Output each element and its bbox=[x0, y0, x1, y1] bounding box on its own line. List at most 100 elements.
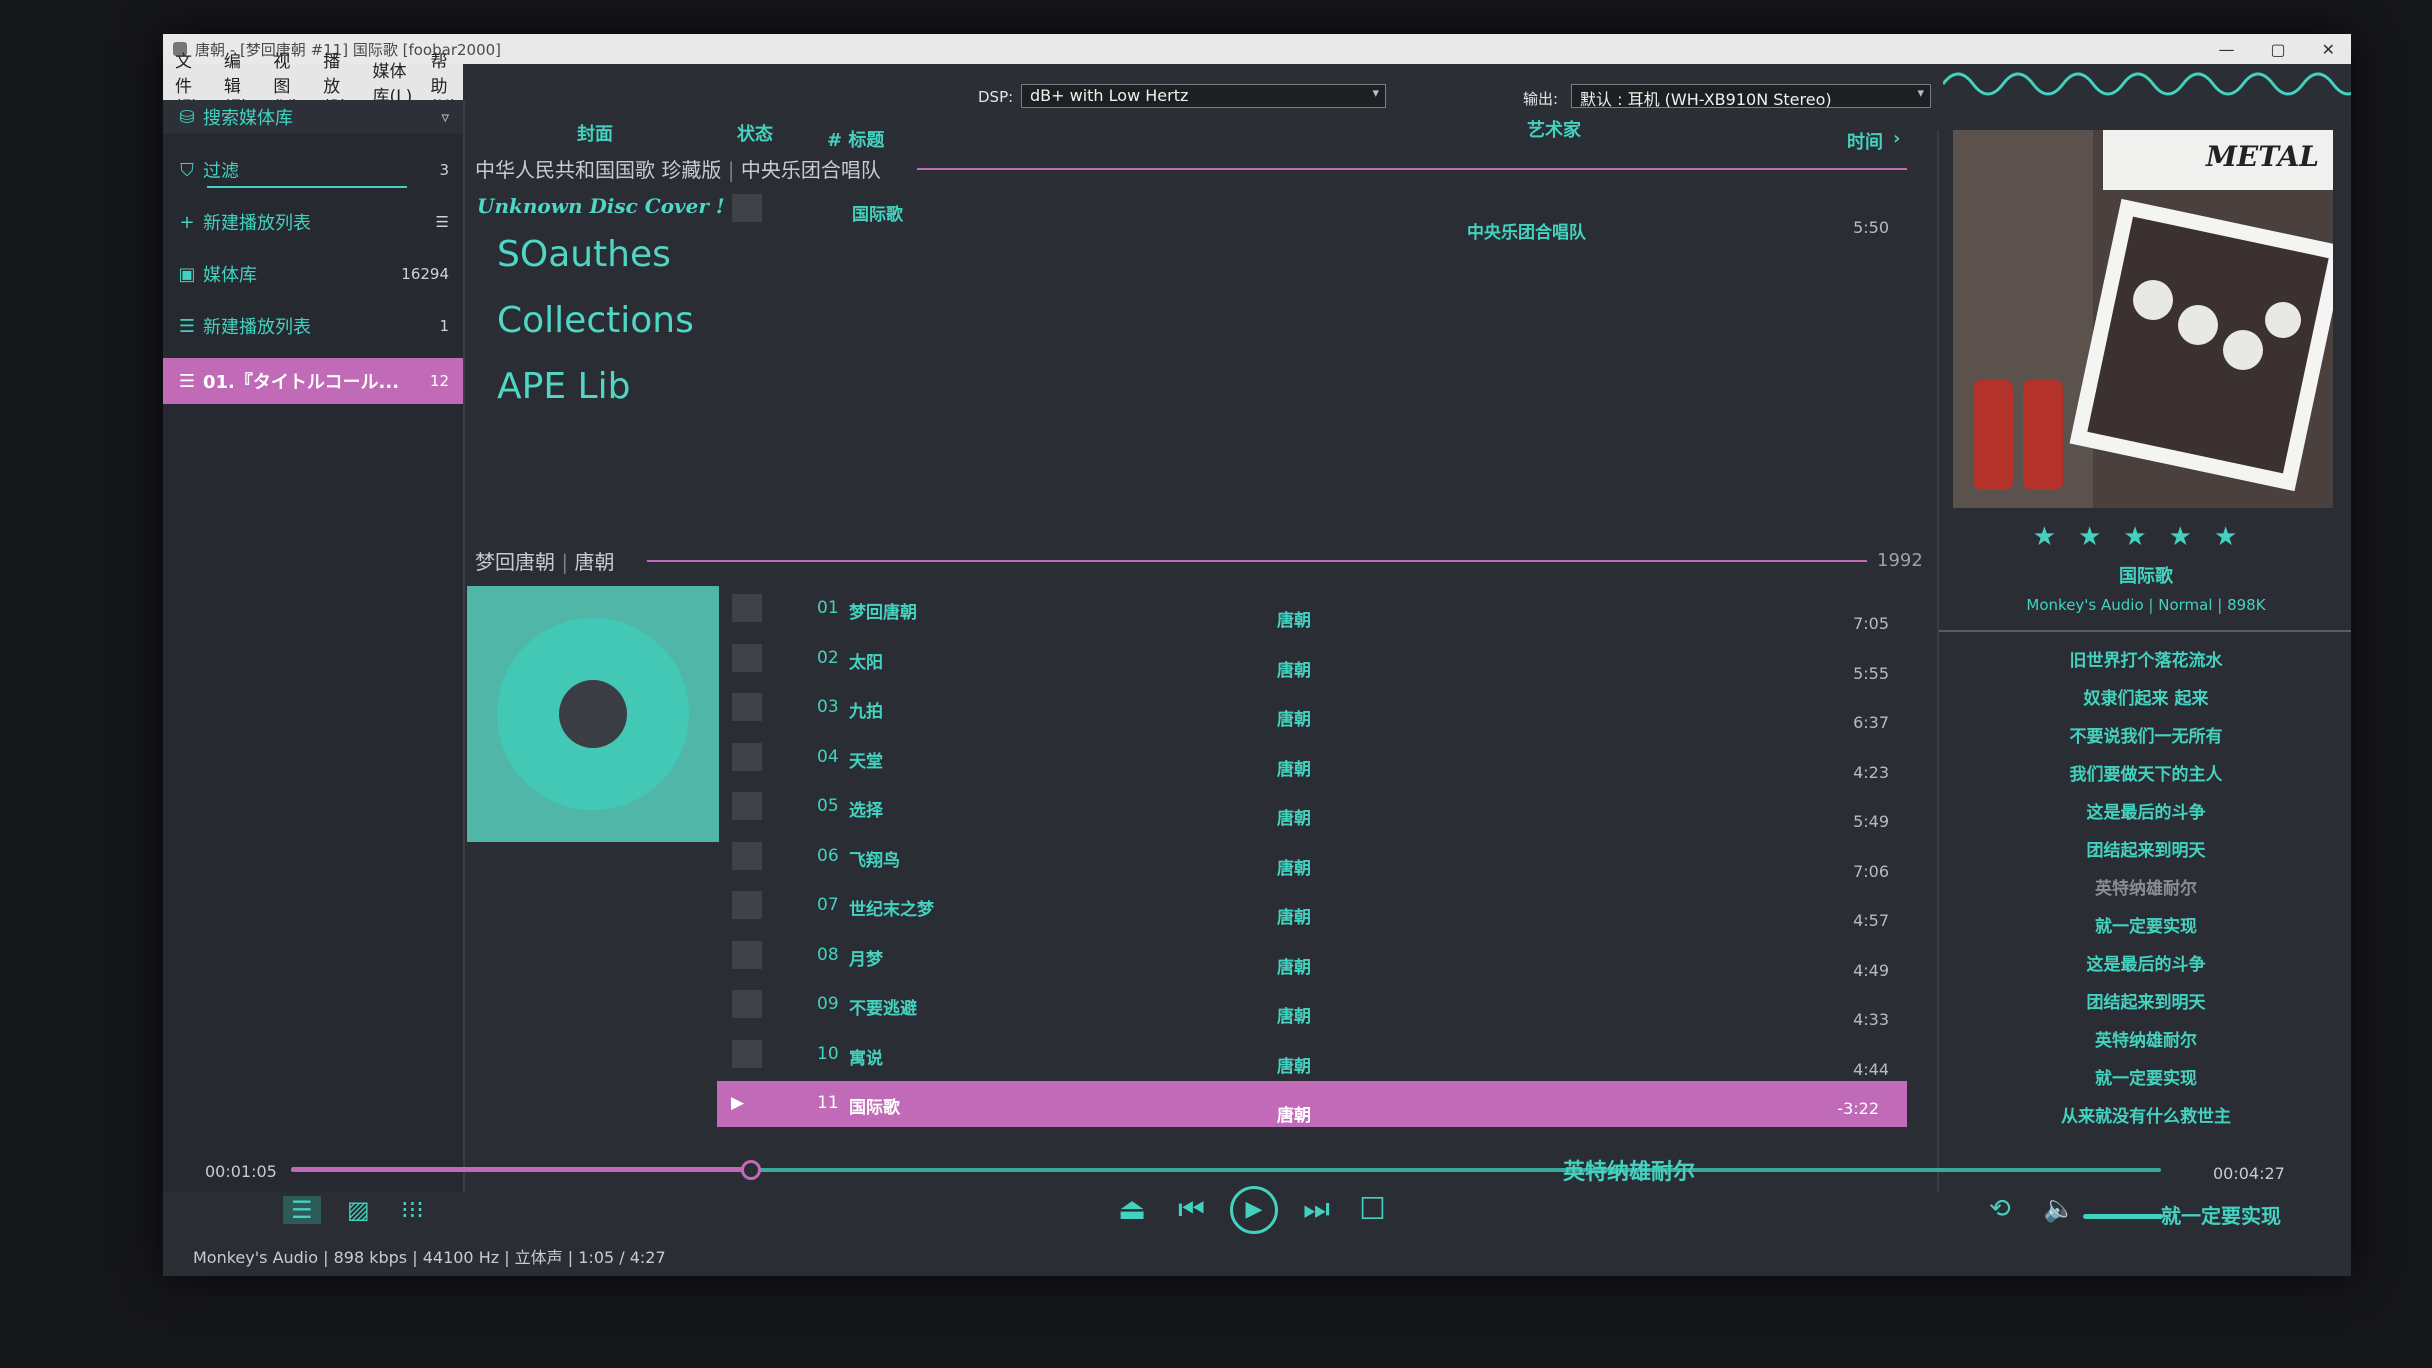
sidebar-item-new-playlist[interactable]: + 新建播放列表 ☰ bbox=[163, 202, 463, 242]
sidebar-item-count: 16294 bbox=[401, 265, 449, 283]
track-row[interactable]: 03 九拍 唐朝 6:37 bbox=[467, 685, 1917, 732]
track-row[interactable]: 09 不要逃避 唐朝 4:33 bbox=[467, 982, 1917, 1029]
menu-icon[interactable]: ☰ bbox=[436, 213, 449, 231]
track-title: 国际歌 bbox=[849, 1098, 900, 1118]
maximize-icon[interactable]: ▢ bbox=[2270, 40, 2285, 59]
search-library-label: 搜索媒体库 bbox=[203, 108, 293, 129]
stop-icon[interactable]: ☐ bbox=[1359, 1192, 1386, 1227]
track-artist: 唐朝 bbox=[1277, 809, 1311, 829]
now-playing-meta: Monkey's Audio | Normal | 898K bbox=[2026, 596, 2266, 614]
dsp-label: DSP: bbox=[978, 88, 1014, 106]
playlist-view-icon[interactable]: ☰ bbox=[283, 1196, 321, 1224]
lyric-line: 不要说我们一无所有 bbox=[2069, 727, 2223, 747]
status-cell bbox=[732, 940, 762, 969]
chevron-down-icon: ▿ bbox=[441, 108, 449, 126]
lyric-line: 团结起来到明天 bbox=[2086, 993, 2206, 1013]
track-row[interactable]: 01 梦回唐朝 唐朝 7:05 bbox=[467, 586, 1917, 633]
eject-icon[interactable]: ⏏ bbox=[1118, 1192, 1146, 1227]
status-cell bbox=[732, 594, 762, 622]
track-title: 不要逃避 bbox=[849, 999, 917, 1019]
album-artwork-image bbox=[1953, 130, 2333, 508]
lyric-line: 就一定要实现 bbox=[2095, 1069, 2197, 1089]
track-row[interactable]: ▶ 11 国际歌 唐朝 -3:22 bbox=[717, 1081, 1907, 1127]
column-status[interactable]: 状态 bbox=[737, 120, 773, 146]
menu-bar: 文件(F) 编辑(E) 视图(V) 播放(P) 媒体库(L) 帮助(H) bbox=[163, 52, 463, 117]
track-duration: 5:55 bbox=[1853, 663, 1889, 683]
track-duration: 7:06 bbox=[1853, 861, 1889, 881]
track-row[interactable]: 02 太阳 唐朝 5:55 bbox=[467, 636, 1917, 683]
status-cell bbox=[732, 693, 762, 721]
rating-stars[interactable]: ★★★★★ bbox=[1939, 522, 2351, 552]
column-cover[interactable]: 封面 bbox=[577, 120, 613, 146]
track-title: 世纪末之梦 bbox=[849, 900, 934, 920]
next-icon[interactable]: ⏭ bbox=[1303, 1192, 1330, 1227]
status-cell bbox=[732, 990, 762, 1018]
track-row[interactable]: 05 选择 唐朝 5:49 bbox=[467, 784, 1917, 831]
chevron-down-icon: ▾ bbox=[1917, 86, 1924, 101]
group-separator: | bbox=[561, 550, 575, 574]
sidebar-item-playlist[interactable]: ☰ 新建播放列表 1 bbox=[163, 306, 463, 346]
foobar-window: 唐朝 - [梦回唐朝 #11] 国际歌 [foobar2000] — ▢ ✕ 文… bbox=[163, 34, 2351, 1276]
filter-underline bbox=[207, 186, 407, 188]
image-view-icon[interactable]: ▨ bbox=[347, 1196, 370, 1224]
track-title: 梦回唐朝 bbox=[849, 603, 917, 623]
track-artist: 唐朝 bbox=[1277, 858, 1311, 879]
track-number: 03 bbox=[817, 697, 839, 717]
track-duration: 4:23 bbox=[1853, 762, 1889, 782]
track-row[interactable]: 07 世纪末之梦 唐朝 4:57 bbox=[467, 883, 1917, 930]
sidebar-item-count: 12 bbox=[429, 372, 449, 390]
status-cell bbox=[732, 891, 762, 919]
sidebar-item-current-playlist[interactable]: ☰ 01.『タイトルコール... 12 bbox=[163, 358, 463, 404]
dsp-dropdown[interactable]: dB+ with Low Hertz ▾ bbox=[1021, 84, 1386, 108]
group-header: 中华人民共和国国歌 珍藏版 | 中央乐团合唱队 bbox=[475, 154, 881, 183]
column-artist[interactable]: 艺术家 bbox=[1527, 116, 1581, 142]
track-duration: 4:33 bbox=[1853, 1010, 1889, 1029]
column-time[interactable]: 时间 bbox=[1847, 128, 1883, 154]
sidebar-item-library[interactable]: ▣ 媒体库 16294 bbox=[163, 254, 463, 294]
sidebar-item-label: 01.『タイトルコール... bbox=[203, 372, 400, 393]
close-icon[interactable]: ✕ bbox=[2322, 40, 2335, 59]
chevron-down-icon: ▾ bbox=[1372, 86, 1379, 101]
track-row[interactable]: 06 飞翔鸟 唐朝 7:06 bbox=[467, 834, 1917, 881]
track-duration: 7:05 bbox=[1853, 614, 1889, 633]
status-cell bbox=[732, 792, 762, 820]
track-number: 04 bbox=[817, 746, 839, 767]
playlist-view: 中华人民共和国国歌 珍藏版 | 中央乐团合唱队 Unknown Disc Cov… bbox=[467, 154, 1923, 1164]
lyric-line: 团结起来到明天 bbox=[2086, 841, 2206, 861]
playlist-icon: ☰ bbox=[178, 370, 196, 392]
track-artist: 唐朝 bbox=[1277, 611, 1311, 631]
filter-icon: ⛉ bbox=[180, 159, 194, 181]
volume-icon[interactable]: 🔈 bbox=[2043, 1194, 2075, 1224]
track-number: 06 bbox=[817, 845, 839, 866]
track-row[interactable]: 08 月梦 唐朝 4:49 bbox=[467, 933, 1917, 980]
volume-slider[interactable] bbox=[2083, 1214, 2163, 1219]
track-title: 天堂 bbox=[849, 751, 883, 772]
output-dropdown[interactable]: 默认 : 耳机 (WH-XB910N Stereo) ▾ bbox=[1571, 84, 1931, 109]
track-title: 飞翔鸟 bbox=[849, 850, 900, 871]
column-title[interactable]: # 标题 bbox=[827, 126, 884, 152]
track-duration: 6:37 bbox=[1853, 713, 1889, 732]
track-row[interactable]: 10 寓说 唐朝 4:44 bbox=[467, 1032, 1917, 1079]
track-row[interactable]: 国际歌 中央乐团合唱队 5:50 bbox=[467, 190, 1917, 243]
sidebar-item-filter[interactable]: ⛉ 过滤 3 bbox=[163, 150, 463, 190]
seek-handle[interactable] bbox=[741, 1160, 762, 1180]
track-row[interactable]: 04 天堂 唐朝 4:23 bbox=[467, 735, 1917, 782]
track-number: 11 bbox=[817, 1093, 839, 1113]
grid-view-icon[interactable]: ⁝⁝⁝ bbox=[401, 1196, 424, 1224]
track-number: 09 bbox=[817, 994, 839, 1014]
group-album: 中华人民共和国国歌 珍藏版 bbox=[475, 158, 722, 182]
track-title: 九拍 bbox=[849, 702, 883, 722]
status-cell bbox=[732, 742, 762, 771]
search-library[interactable]: ⛁ 搜索媒体库 ▿ bbox=[163, 100, 463, 134]
track-artist: 唐朝 bbox=[1277, 957, 1311, 978]
prev-icon[interactable]: ⏮ bbox=[1178, 1192, 1205, 1227]
track-artist: 唐朝 bbox=[1277, 759, 1311, 780]
repeat-icon[interactable]: ⟲ bbox=[1989, 1194, 2011, 1224]
minimize-icon[interactable]: — bbox=[2218, 40, 2234, 59]
play-icon[interactable]: ▶ bbox=[1230, 1186, 1278, 1234]
art-label: METAL bbox=[2205, 140, 2319, 173]
group-divider bbox=[647, 560, 1867, 562]
track-artist: 唐朝 bbox=[1277, 710, 1311, 730]
chevron-right-icon[interactable]: › bbox=[1893, 128, 1900, 149]
sidebar-item-label: 过滤 bbox=[203, 161, 239, 182]
